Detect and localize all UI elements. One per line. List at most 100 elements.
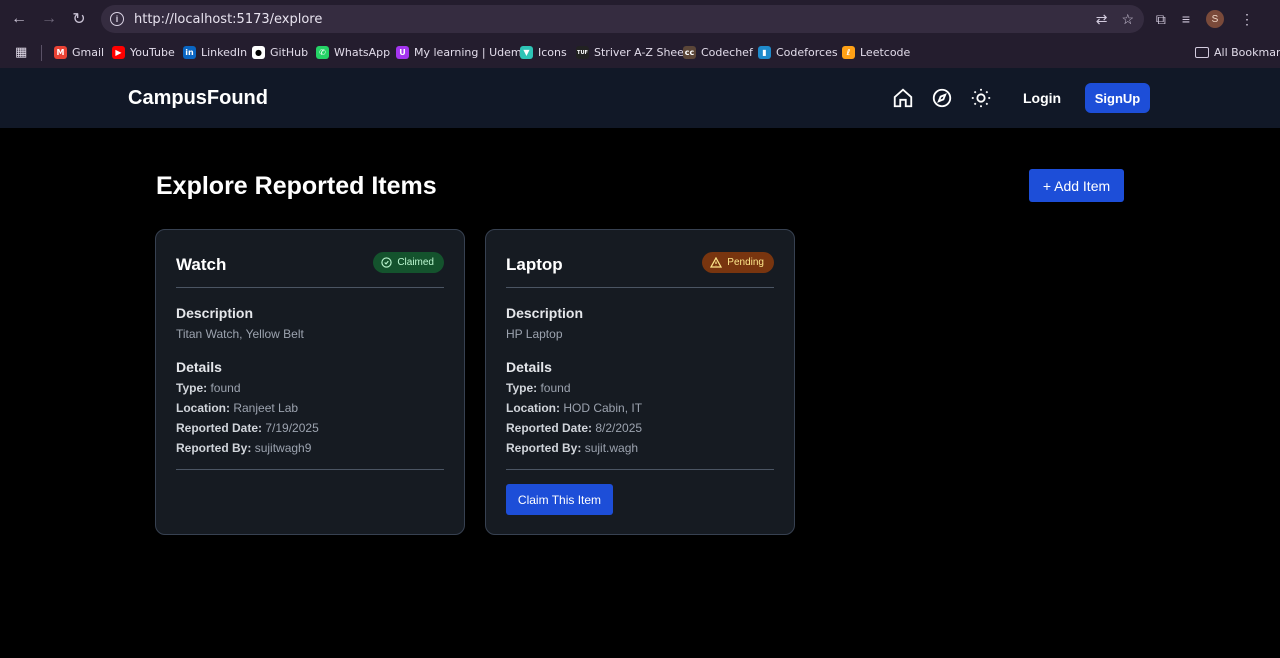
detail-location: Location: HOD Cabin, IT: [506, 401, 642, 415]
description-heading: Description: [176, 305, 254, 321]
bookmark-label: LinkedIn: [201, 46, 248, 59]
bookmark-whatsapp[interactable]: ✆ WhatsApp: [316, 46, 390, 59]
apps-grid-icon[interactable]: ▦: [15, 45, 27, 60]
linkedin-icon: in: [183, 46, 196, 59]
add-item-button[interactable]: + Add Item: [1029, 169, 1124, 202]
reported-date-value: 8/2/2025: [595, 421, 643, 435]
bookmark-label: Icons: [538, 46, 567, 59]
icons-icon: ▼: [520, 46, 533, 59]
detail-reported-date: Reported Date: 8/2/2025: [506, 421, 642, 435]
bookmark-striver-a-z-sheet[interactable]: TUF Striver A-Z Sheet: [576, 46, 688, 59]
location-label: Location:: [506, 401, 560, 415]
back-icon[interactable]: ←: [4, 4, 34, 34]
bookmark-gmail[interactable]: M Gmail: [54, 46, 104, 59]
type-value: found: [210, 381, 241, 395]
reported-by-label: Reported By:: [506, 441, 582, 455]
gmail-icon: M: [54, 46, 67, 59]
item-title: Laptop: [506, 255, 563, 274]
bookmark-label: Codeforces: [776, 46, 838, 59]
status-badge: Claimed: [373, 252, 444, 273]
description-heading: Description: [506, 305, 584, 321]
type-label: Type:: [176, 381, 208, 395]
bookmark-github[interactable]: ● GitHub: [252, 46, 308, 59]
divider: [506, 287, 774, 288]
bookmark-star-icon[interactable]: ☆: [1121, 11, 1134, 28]
youtube-icon: ▶: [112, 46, 125, 59]
reported-by-value: sujit.wagh: [584, 441, 639, 455]
detail-type: Type: found: [176, 381, 241, 395]
page-title: Explore Reported Items: [156, 172, 437, 200]
warning-icon: [710, 257, 723, 268]
location-value: HOD Cabin, IT: [563, 401, 643, 415]
signup-button[interactable]: SignUp: [1085, 83, 1150, 113]
detail-type: Type: found: [506, 381, 571, 395]
description-text: Titan Watch, Yellow Belt: [176, 327, 304, 341]
bookmark-label: WhatsApp: [334, 46, 391, 59]
app-navbar: CampusFound Login SignUp: [0, 68, 1280, 128]
detail-reported-date: Reported Date: 7/19/2025: [176, 421, 319, 435]
site-info-icon[interactable]: i: [110, 12, 124, 26]
status-text: Pending: [727, 257, 764, 268]
type-value: found: [540, 381, 571, 395]
github-icon: ●: [252, 46, 265, 59]
detail-reported-by: Reported By: sujitwagh9: [176, 441, 311, 455]
all-bookmarks[interactable]: All Bookmarks: [1195, 46, 1280, 59]
bookmarks-bar: ▦ M Gmail ▶ YouTube in LinkedIn ● GitHub ✆ WhatsA…: [0, 38, 1280, 68]
bookmark-linkedin[interactable]: in LinkedIn: [183, 46, 247, 59]
reported-by-label: Reported By:: [176, 441, 252, 455]
browser-toolbar: ← → ↻ i http://localhost:5173/explore ⇄ …: [0, 0, 1280, 38]
url-text[interactable]: http://localhost:5173/explore: [134, 12, 322, 27]
location-value: Ranjeet Lab: [233, 401, 299, 415]
theme-toggle-sun-icon[interactable]: [970, 87, 992, 109]
item-title: Watch: [176, 255, 227, 274]
details-heading: Details: [176, 359, 222, 375]
profile-avatar[interactable]: S: [1206, 10, 1224, 28]
reported-date-value: 7/19/2025: [265, 421, 319, 435]
menu-icon[interactable]: ⋮: [1240, 11, 1254, 28]
folder-icon: [1195, 47, 1209, 58]
forward-icon[interactable]: →: [34, 4, 64, 34]
brand-logo[interactable]: CampusFound: [128, 87, 268, 110]
description-text: HP Laptop: [506, 327, 563, 341]
item-card: Watch Claimed Description Titan Watch, Y…: [155, 229, 465, 535]
bookmark-label: Gmail: [72, 46, 105, 59]
all-bookmarks-label: All Bookmarks: [1214, 46, 1280, 59]
check-circle-icon: [381, 257, 392, 268]
login-link[interactable]: Login: [1023, 90, 1061, 106]
reload-icon[interactable]: ↻: [64, 4, 94, 34]
reported-date-label: Reported Date:: [176, 421, 263, 435]
bookmark-label: Striver A-Z Sheet: [594, 46, 689, 59]
detail-reported-by: Reported By: sujit.wagh: [506, 441, 638, 455]
codechef-icon: cc: [683, 46, 696, 59]
bookmark-codechef[interactable]: cc Codechef: [683, 46, 753, 59]
claim-item-button[interactable]: Claim This Item: [506, 484, 613, 515]
udemy-icon: U: [396, 46, 409, 59]
bookmark-youtube[interactable]: ▶ YouTube: [112, 46, 175, 59]
divider: [176, 287, 444, 288]
bookmark-label: YouTube: [130, 46, 175, 59]
bookmark-label: Leetcode: [860, 46, 911, 59]
explore-compass-icon[interactable]: [931, 87, 953, 109]
bookmark-label: My learning | Udemy: [414, 46, 529, 59]
bookmark-label: Codechef: [701, 46, 753, 59]
extensions-icon[interactable]: ⧉: [1156, 11, 1166, 28]
detail-location: Location: Ranjeet Lab: [176, 401, 298, 415]
reported-by-value: sujitwagh9: [254, 441, 312, 455]
home-icon[interactable]: [892, 87, 914, 109]
translate-icon[interactable]: ⇄: [1096, 11, 1108, 28]
type-label: Type:: [506, 381, 538, 395]
codeforces-icon: ▮: [758, 46, 771, 59]
location-label: Location:: [176, 401, 230, 415]
bookmark-codeforces[interactable]: ▮ Codeforces: [758, 46, 838, 59]
bookmark-icons[interactable]: ▼ Icons: [520, 46, 567, 59]
divider: [41, 45, 42, 61]
address-bar[interactable]: i http://localhost:5173/explore ⇄ ☆: [101, 5, 1144, 33]
status-text: Claimed: [397, 257, 434, 268]
bookmark-leetcode[interactable]: ℓ Leetcode: [842, 46, 910, 59]
leetcode-icon: ℓ: [842, 46, 855, 59]
status-badge: Pending: [702, 252, 774, 273]
reading-list-icon[interactable]: ≡: [1182, 11, 1190, 27]
bookmark-label: GitHub: [270, 46, 309, 59]
divider: [176, 469, 444, 470]
bookmark-my-learning-udemy[interactable]: U My learning | Udemy: [396, 46, 528, 59]
